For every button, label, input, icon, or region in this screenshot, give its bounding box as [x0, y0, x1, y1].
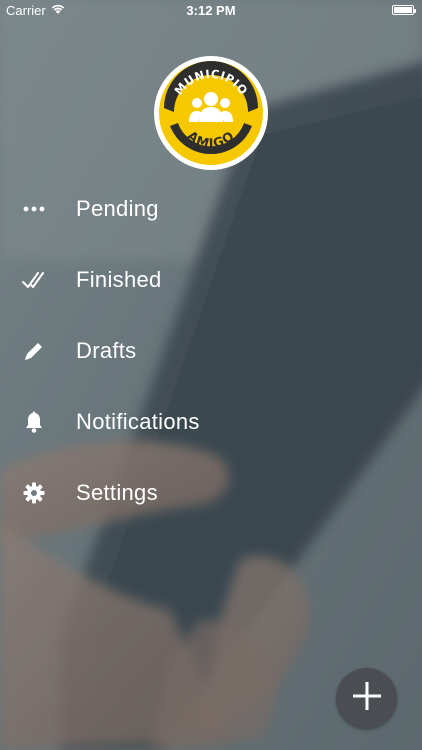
- plus-icon: [352, 681, 382, 716]
- pencil-icon: [22, 339, 46, 363]
- double-check-icon: [22, 268, 46, 292]
- gear-icon: [22, 481, 46, 505]
- menu-item-label: Finished: [76, 267, 162, 292]
- menu-item-settings[interactable]: Settings: [0, 463, 300, 523]
- ellipsis-icon: [22, 197, 46, 221]
- status-time: 3:12 PM: [186, 3, 236, 18]
- menu-item-finished[interactable]: Finished: [0, 250, 300, 310]
- status-bar: Carrier 3:12 PM: [0, 0, 422, 22]
- menu-item-label: Pending: [76, 196, 159, 221]
- add-button[interactable]: [336, 668, 397, 729]
- municipio-amigo-logo: MUNICIPIO AMIGO: [154, 56, 268, 170]
- menu-item-notifications[interactable]: Notifications: [0, 392, 300, 452]
- battery-icon: [392, 5, 416, 15]
- menu-item-pending[interactable]: Pending: [0, 179, 300, 239]
- bell-icon: [22, 410, 46, 434]
- menu-item-label: Settings: [76, 480, 158, 505]
- side-menu-screen: Carrier 3:12 PM MUNICIPIO AMIGO Pending …: [0, 0, 422, 750]
- menu-item-drafts[interactable]: Drafts: [0, 321, 300, 381]
- menu-item-label: Notifications: [76, 409, 200, 434]
- menu-item-label: Drafts: [76, 338, 137, 363]
